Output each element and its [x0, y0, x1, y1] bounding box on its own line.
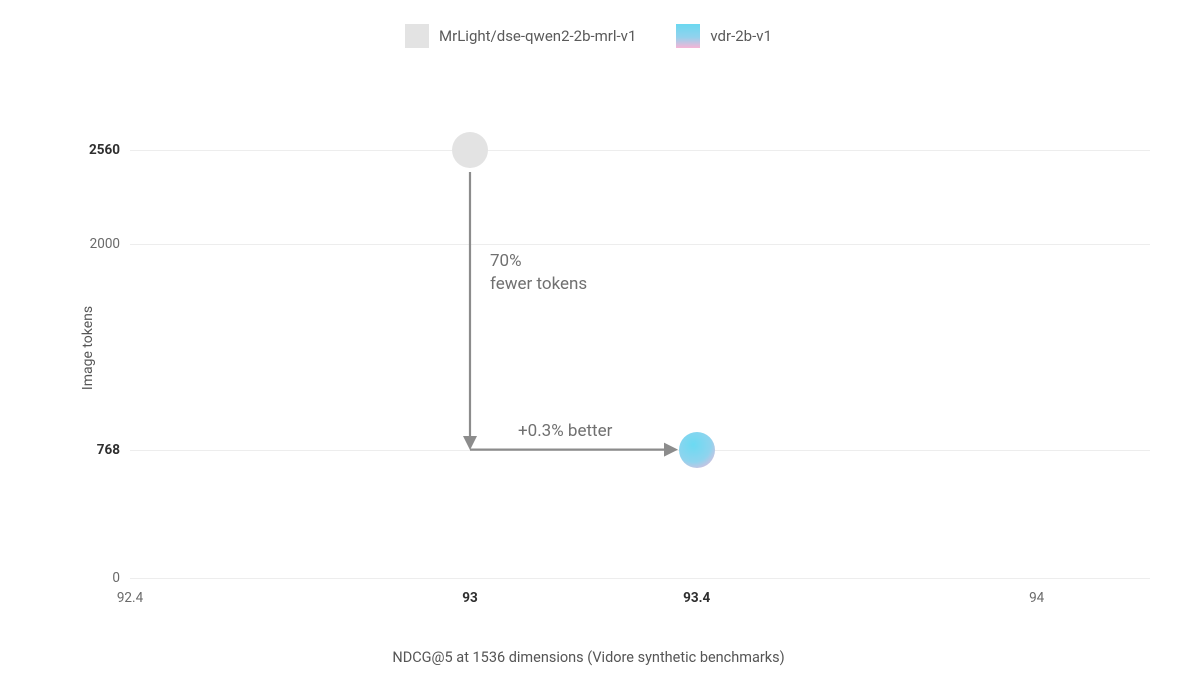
- y-axis-title: Image tokens: [80, 306, 96, 390]
- legend-swatch-gray-icon: [405, 24, 429, 48]
- plot-area: 0 768 2000 2560 92.4 93 93.4 94 70% fewe…: [130, 110, 1150, 578]
- x-tick-93.4: 93.4: [683, 590, 710, 606]
- legend-label-series1: MrLight/dse-qwen2-2b-mrl-v1: [439, 27, 636, 45]
- gridline-y-0: [130, 578, 1150, 579]
- arrow-right-head-icon: [664, 443, 678, 457]
- x-tick-93: 93: [462, 590, 478, 606]
- y-tick-2000: 2000: [40, 236, 120, 252]
- y-tick-2560: 2560: [40, 142, 120, 158]
- x-axis-title: NDCG@5 at 1536 dimensions (Vidore synthe…: [392, 649, 784, 666]
- legend-swatch-gradient-icon: [676, 24, 700, 48]
- y-tick-768: 768: [40, 442, 120, 458]
- arrows-svg: [130, 110, 1150, 578]
- arrow-down-head-icon: [463, 436, 477, 450]
- annotation-better: +0.3% better: [518, 420, 612, 443]
- point-series1: [452, 132, 488, 168]
- legend-item-series1: MrLight/dse-qwen2-2b-mrl-v1: [405, 24, 636, 48]
- point-series2: [679, 432, 715, 468]
- annotation-fewer-tokens-l2: fewer tokens: [490, 274, 587, 294]
- legend: MrLight/dse-qwen2-2b-mrl-v1 vdr-2b-v1: [0, 24, 1177, 48]
- chart-root: MrLight/dse-qwen2-2b-mrl-v1 vdr-2b-v1 Im…: [0, 0, 1177, 696]
- x-tick-94: 94: [1029, 590, 1044, 606]
- y-tick-0: 0: [40, 570, 120, 586]
- annotation-fewer-tokens: 70% fewer tokens: [490, 250, 587, 296]
- x-tick-92.4: 92.4: [117, 590, 143, 606]
- legend-label-series2: vdr-2b-v1: [710, 27, 772, 45]
- legend-item-series2: vdr-2b-v1: [676, 24, 772, 48]
- annotation-fewer-tokens-l1: 70%: [490, 251, 522, 271]
